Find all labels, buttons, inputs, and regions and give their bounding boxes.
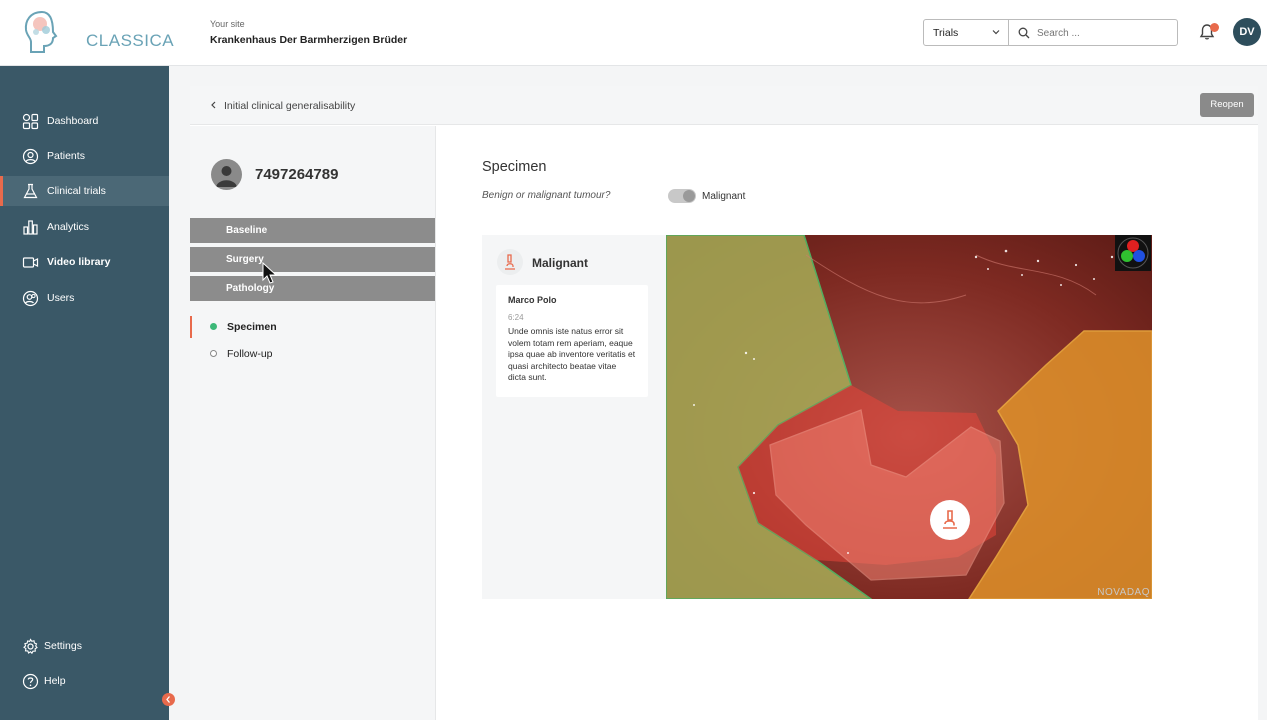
site-name: Krankenhaus Der Barmherzigen Brüder (210, 34, 408, 46)
annotation-marker[interactable] (930, 500, 970, 540)
toggle-knob (683, 190, 695, 202)
top-bar: CLASSICA Your site Krankenhaus Der Barmh… (0, 0, 1267, 66)
section-surgery[interactable]: Surgery (190, 247, 435, 272)
sidebar-item-settings[interactable]: Settings (0, 631, 169, 661)
section-baseline[interactable]: Baseline (190, 218, 435, 243)
step-label: Specimen (227, 321, 277, 333)
search-input[interactable] (1037, 25, 1172, 41)
breadcrumb: Initial clinical generalisability Reopen (190, 86, 1258, 125)
flask-icon (23, 183, 38, 199)
channel-indicator (1115, 235, 1151, 271)
sidebar-item-label: Clinical trials (47, 185, 106, 197)
patient-panel: 7497264789 Baseline Surgery Pathology Sp… (190, 126, 436, 720)
chevron-down-icon (992, 30, 1000, 35)
comment-author: Marco Polo (508, 295, 557, 305)
reopen-button[interactable]: Reopen (1200, 93, 1254, 117)
comment-timestamp[interactable]: 6:24 (508, 313, 636, 322)
person-icon (216, 166, 237, 187)
mouse-cursor-icon (262, 262, 278, 284)
select-value: Trials (933, 27, 959, 39)
step-specimen[interactable]: Specimen (190, 316, 435, 338)
main-panel: Initial clinical generalisability Reopen… (190, 86, 1258, 720)
comment-text: Unde omnis iste natus error sit volem to… (508, 326, 636, 382)
sidebar-item-analytics[interactable]: Analytics (0, 212, 169, 242)
toggle-label: Malignant (702, 191, 746, 202)
sidebar-item-label: Dashboard (47, 115, 99, 127)
sidebar-item-video-library[interactable]: Video library (0, 247, 169, 277)
patient-avatar (211, 159, 242, 190)
dashboard-icon (22, 113, 39, 130)
sidebar-item-users[interactable]: Users (0, 283, 169, 313)
step-label: Follow-up (227, 348, 273, 360)
annotated-frame (666, 235, 1152, 599)
search-icon (1018, 27, 1030, 39)
site-info: Your site Krankenhaus Der Barmherzigen B… (210, 19, 407, 46)
sidebar-item-label: Users (47, 292, 75, 304)
logo-head-icon (24, 10, 58, 53)
rgb-channels-icon (1117, 237, 1149, 269)
section-pathology[interactable]: Pathology (190, 276, 435, 301)
step-status-dot (210, 350, 217, 357)
step-follow-up[interactable]: Follow-up (190, 343, 435, 365)
endoscopy-image[interactable]: NOVADAQ (666, 235, 1152, 599)
microscope-icon (505, 254, 515, 270)
comment-card: Marco Polo 6:24 Unde omnis iste natus er… (496, 285, 648, 397)
microscope-badge (497, 249, 523, 275)
sidebar: Dashboard Patients Clinical trials Analy… (0, 66, 169, 720)
chevron-left-icon (166, 696, 170, 703)
step-status-dot (210, 323, 217, 330)
sidebar-item-label: Analytics (47, 221, 90, 233)
microscope-icon (943, 510, 957, 529)
users-icon (22, 290, 39, 307)
bar-chart-icon (23, 220, 38, 235)
sidebar-collapse-button[interactable] (162, 693, 175, 706)
tumour-question: Benign or malignant tumour? (482, 190, 611, 201)
image-watermark: NOVADAQ (1097, 587, 1150, 598)
sidebar-item-label: Video library (47, 256, 111, 268)
site-label: Your site (210, 19, 245, 29)
comments-panel: Malignant Marco Polo 6:24 Unde omnis ist… (482, 235, 666, 599)
logo-text: CLASSICA (86, 31, 175, 50)
sidebar-item-label: Help (44, 675, 66, 687)
notification-badge (1210, 23, 1219, 32)
video-icon (22, 257, 39, 268)
sidebar-item-dashboard[interactable]: Dashboard (0, 106, 169, 136)
sidebar-item-label: Patients (47, 150, 85, 162)
malignant-toggle[interactable] (668, 189, 696, 203)
app-logo[interactable]: CLASSICA (22, 8, 174, 56)
comments-title: Malignant (532, 256, 588, 270)
sidebar-item-patients[interactable]: Patients (0, 141, 169, 171)
search-box (1008, 19, 1178, 46)
user-circle-icon (22, 148, 39, 165)
gear-icon (23, 638, 38, 655)
help-icon (22, 673, 39, 690)
sidebar-item-clinical-trials[interactable]: Clinical trials (0, 176, 169, 206)
search-scope-select[interactable]: Trials (923, 19, 1009, 46)
sidebar-item-help[interactable]: Help (0, 666, 169, 696)
user-avatar[interactable]: DV (1233, 18, 1261, 46)
breadcrumb-link[interactable]: Initial clinical generalisability (224, 100, 355, 112)
patient-id: 7497264789 (255, 166, 339, 183)
sidebar-item-label: Settings (44, 640, 82, 652)
page-title: Specimen (482, 159, 547, 175)
chevron-left-icon[interactable] (209, 100, 219, 110)
